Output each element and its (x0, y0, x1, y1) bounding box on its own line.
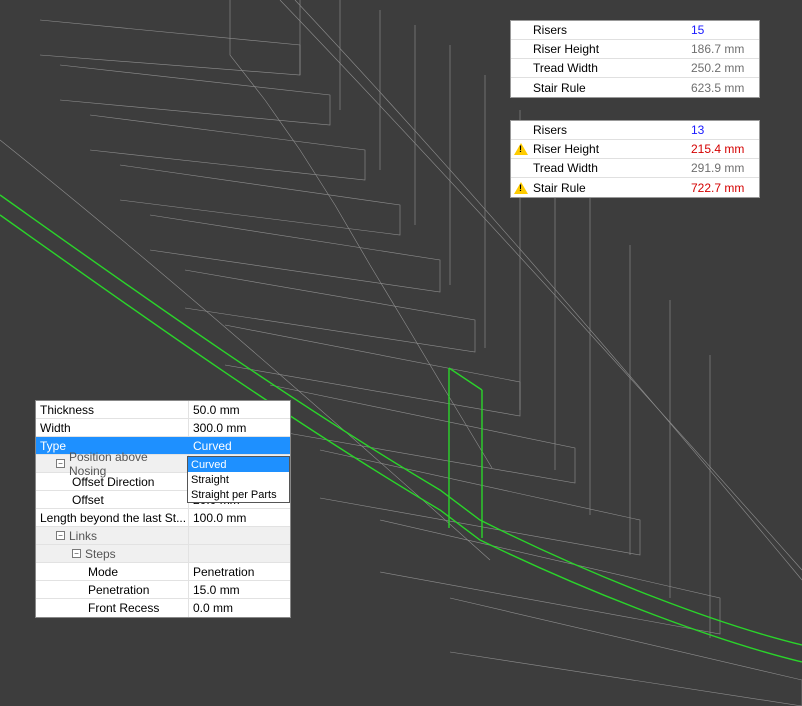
prop-label: Front Recess (36, 601, 188, 615)
info-label: Tread Width (531, 61, 691, 75)
stair-info-panel-warning: Risers 13 Riser Height 215.4 mm Tread Wi… (510, 120, 760, 198)
stair-info-panel-ok: Risers 15 Riser Height 186.7 mm Tread Wi… (510, 20, 760, 98)
info-value: 13 (691, 123, 759, 137)
status-icon-cell (511, 182, 531, 194)
prop-label: Length beyond the last St... (36, 511, 188, 525)
prop-label-text: Links (69, 529, 97, 543)
prop-label: Offset (36, 493, 188, 507)
prop-group-label: − Links (36, 529, 188, 543)
info-label: Riser Height (531, 142, 691, 156)
warning-icon (514, 182, 528, 194)
prop-label: Mode (36, 565, 188, 579)
status-icon-cell (511, 143, 531, 155)
prop-value[interactable]: 100.0 mm (188, 509, 290, 526)
prop-label: Thickness (36, 403, 188, 417)
prop-group-steps[interactable]: − Steps (36, 545, 290, 563)
info-value: 15 (691, 23, 759, 37)
prop-row-penetration[interactable]: Penetration 15.0 mm (36, 581, 290, 599)
info-row: Riser Height 215.4 mm (511, 140, 759, 159)
prop-value (188, 527, 290, 544)
prop-value[interactable]: 0.0 mm (188, 599, 290, 617)
info-value: 291.9 mm (691, 161, 759, 175)
prop-group-label: − Steps (36, 547, 188, 561)
dropdown-option-curved[interactable]: Curved (188, 457, 289, 472)
prop-value (188, 545, 290, 562)
type-dropdown[interactable]: Curved Straight Straight per Parts (187, 456, 290, 503)
prop-row-length-beyond-last[interactable]: Length beyond the last St... 100.0 mm (36, 509, 290, 527)
prop-value[interactable]: 50.0 mm (188, 401, 290, 418)
info-label: Riser Height (531, 42, 691, 56)
prop-row-width[interactable]: Width 300.0 mm (36, 419, 290, 437)
prop-label: Width (36, 421, 188, 435)
collapse-icon[interactable]: − (56, 531, 65, 540)
info-value: 186.7 mm (691, 42, 759, 56)
info-value: 215.4 mm (691, 142, 759, 156)
info-value: 722.7 mm (691, 181, 759, 195)
prop-row-front-recess[interactable]: Front Recess 0.0 mm (36, 599, 290, 617)
info-label: Risers (531, 23, 691, 37)
info-row: Risers 15 (511, 21, 759, 40)
collapse-icon[interactable]: − (72, 549, 81, 558)
property-grid[interactable]: Thickness 50.0 mm Width 300.0 mm Type Cu… (35, 400, 291, 618)
collapse-icon[interactable]: − (56, 459, 65, 468)
info-label: Risers (531, 123, 691, 137)
info-row: Stair Rule 722.7 mm (511, 178, 759, 197)
prop-value[interactable]: 300.0 mm (188, 419, 290, 436)
prop-row-thickness[interactable]: Thickness 50.0 mm (36, 401, 290, 419)
prop-value-dropdown[interactable]: Curved (188, 437, 290, 454)
info-label: Tread Width (531, 161, 691, 175)
prop-group-links[interactable]: − Links (36, 527, 290, 545)
warning-icon (514, 143, 528, 155)
info-row: Stair Rule 623.5 mm (511, 78, 759, 97)
info-label: Stair Rule (531, 81, 691, 95)
info-row: Risers 13 (511, 121, 759, 140)
prop-label-text: Steps (85, 547, 116, 561)
prop-label: Offset Direction (36, 475, 188, 489)
info-row: Tread Width 250.2 mm (511, 59, 759, 78)
dropdown-option-straight-per-parts[interactable]: Straight per Parts (188, 487, 289, 502)
info-row: Tread Width 291.9 mm (511, 159, 759, 178)
dropdown-option-straight[interactable]: Straight (188, 472, 289, 487)
info-label: Stair Rule (531, 181, 691, 195)
info-value: 623.5 mm (691, 81, 759, 95)
info-row: Riser Height 186.7 mm (511, 40, 759, 59)
prop-value[interactable]: Penetration (188, 563, 290, 580)
prop-value[interactable]: 15.0 mm (188, 581, 290, 598)
prop-row-mode[interactable]: Mode Penetration (36, 563, 290, 581)
prop-label: Penetration (36, 583, 188, 597)
info-value: 250.2 mm (691, 61, 759, 75)
